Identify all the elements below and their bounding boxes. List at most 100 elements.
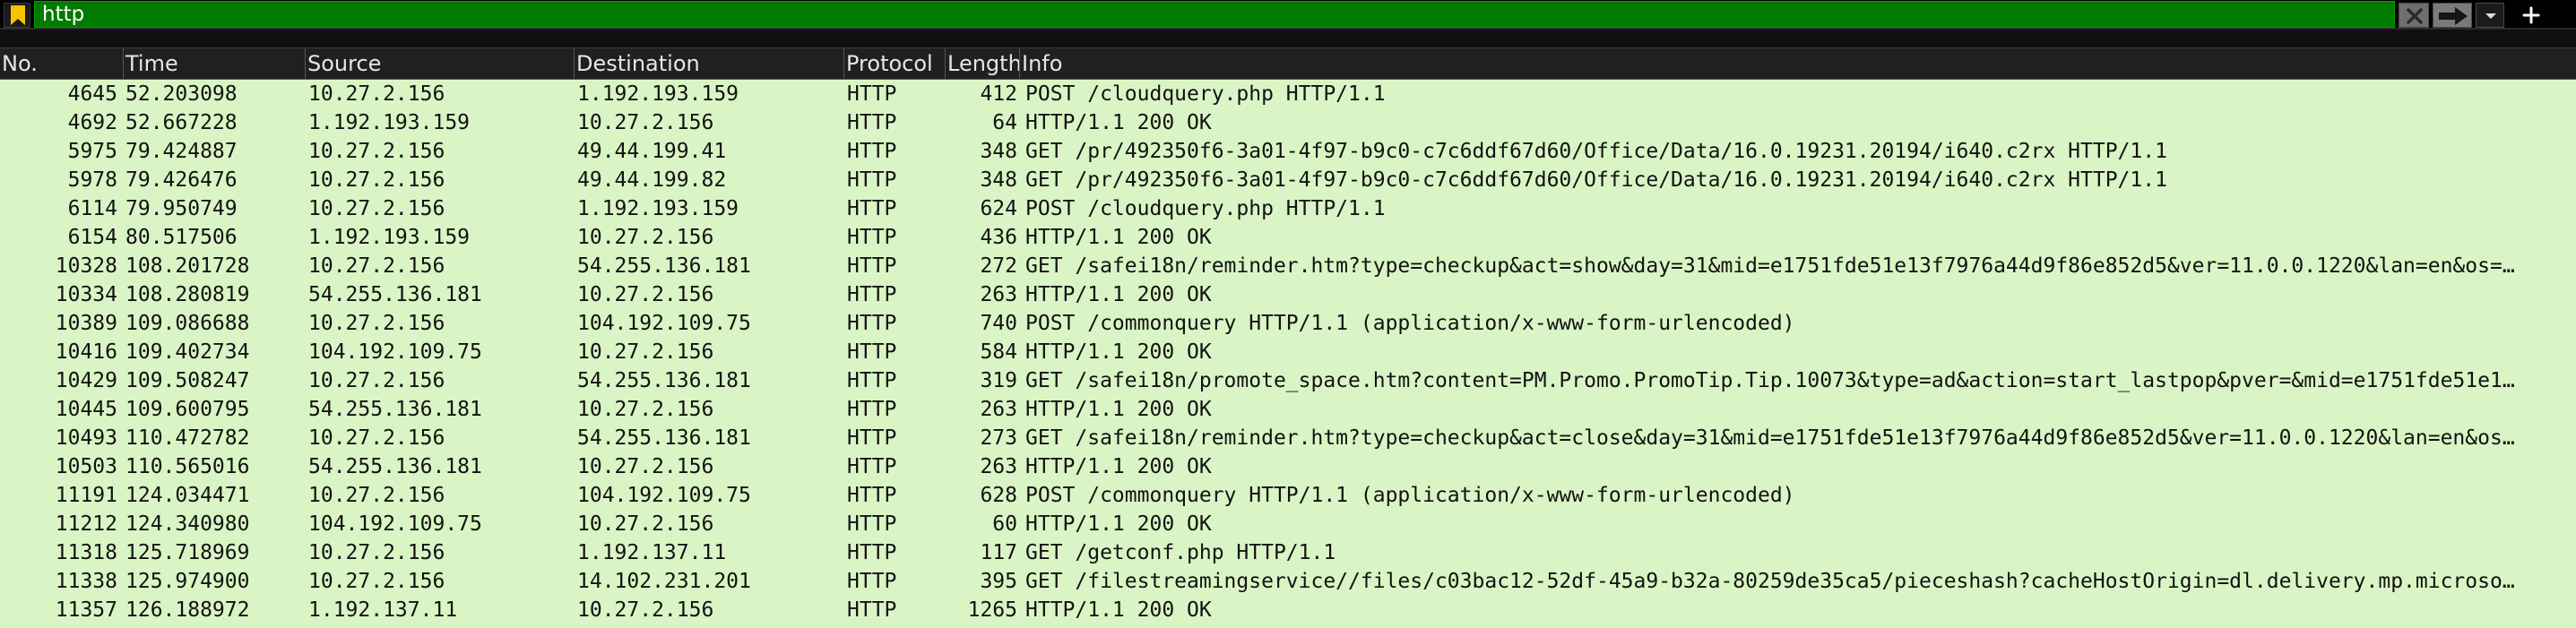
packet-time: 124.340980: [125, 512, 250, 536]
packet-protocol: HTTP: [847, 541, 897, 564]
packet-destination: 10.27.2.156: [577, 283, 714, 306]
packet-time: 79.426476: [125, 168, 238, 192]
packet-row[interactable]: 11191 124.034471 10.27.2.156 104.192.109…: [0, 481, 2576, 510]
column-header-protocol[interactable]: Protocol: [844, 48, 946, 80]
packet-source: 1.192.193.159: [308, 111, 471, 134]
add-filter-button[interactable]: [2513, 3, 2549, 28]
packet-protocol: HTTP: [847, 111, 897, 134]
packet-protocol: HTTP: [847, 283, 897, 306]
packet-source: 10.27.2.156: [308, 369, 445, 392]
packet-no: 10503: [55, 455, 117, 478]
packet-destination: 10.27.2.156: [577, 512, 714, 536]
apply-filter-button[interactable]: [2433, 3, 2472, 28]
packet-info: POST /commonquery HTTP/1.1 (application/…: [1025, 312, 1795, 335]
packet-time: 52.203098: [125, 82, 238, 106]
packet-row[interactable]: 11212 124.340980 104.192.109.75 10.27.2.…: [0, 510, 2576, 538]
packet-destination: 54.255.136.181: [577, 426, 751, 450]
packet-row[interactable]: 10429 109.508247 10.27.2.156 54.255.136.…: [0, 366, 2576, 395]
packet-no: 10445: [55, 398, 117, 421]
packet-row[interactable]: 5975 79.424887 10.27.2.156 49.44.199.41 …: [0, 137, 2576, 166]
recent-filters-dropdown[interactable]: [2476, 3, 2504, 28]
packet-protocol: HTTP: [847, 82, 897, 106]
packet-no: 11357: [55, 598, 117, 622]
packet-row[interactable]: 5978 79.426476 10.27.2.156 49.44.199.82 …: [0, 166, 2576, 194]
packet-no: 10493: [55, 426, 117, 450]
column-header-time[interactable]: Time: [124, 48, 306, 80]
packet-destination: 10.27.2.156: [577, 226, 714, 249]
packet-info: GET /getconf.php HTTP/1.1: [1025, 541, 1336, 564]
packet-length: 584: [980, 340, 1017, 364]
packet-info: GET /filestreamingservice//files/c03bac1…: [1025, 570, 2515, 593]
packet-info: HTTP/1.1 200 OK: [1025, 340, 1212, 364]
packet-length: 1265: [967, 598, 1017, 622]
packet-protocol: HTTP: [847, 455, 897, 478]
packet-no: 5975: [67, 140, 117, 163]
packet-source: 10.27.2.156: [308, 426, 445, 450]
packet-row[interactable]: 10334 108.280819 54.255.136.181 10.27.2.…: [0, 280, 2576, 309]
packet-source: 54.255.136.181: [308, 283, 482, 306]
packet-row[interactable]: 10389 109.086688 10.27.2.156 104.192.109…: [0, 309, 2576, 338]
display-filter-input[interactable]: [34, 1, 2395, 28]
packet-length: 64: [992, 111, 1017, 134]
packet-row[interactable]: 10445 109.600795 54.255.136.181 10.27.2.…: [0, 395, 2576, 424]
packet-row[interactable]: 10328 108.201728 10.27.2.156 54.255.136.…: [0, 252, 2576, 280]
packet-time: 109.402734: [125, 340, 250, 364]
packet-source: 10.27.2.156: [308, 140, 445, 163]
packet-protocol: HTTP: [847, 369, 897, 392]
packet-list[interactable]: 4645 52.203098 10.27.2.156 1.192.193.159…: [0, 80, 2576, 628]
packet-row[interactable]: 4645 52.203098 10.27.2.156 1.192.193.159…: [0, 80, 2576, 108]
column-header-destination[interactable]: Destination: [575, 48, 844, 80]
packet-row[interactable]: 6154 80.517506 1.192.193.159 10.27.2.156…: [0, 223, 2576, 252]
column-header-length[interactable]: Length: [946, 48, 1020, 80]
packet-row[interactable]: 11318 125.718969 10.27.2.156 1.192.137.1…: [0, 538, 2576, 567]
clear-x-icon: [2407, 8, 2423, 24]
packet-destination: 10.27.2.156: [577, 340, 714, 364]
packet-info: HTTP/1.1 200 OK: [1025, 111, 1212, 134]
plus-icon: [2522, 6, 2540, 24]
packet-length: 740: [980, 312, 1017, 335]
packet-source: 10.27.2.156: [308, 168, 445, 192]
packet-row[interactable]: 4692 52.667228 1.192.193.159 10.27.2.156…: [0, 108, 2576, 137]
packet-row[interactable]: 11338 125.974900 10.27.2.156 14.102.231.…: [0, 567, 2576, 596]
packet-length: 263: [980, 398, 1017, 421]
packet-destination: 49.44.199.41: [577, 140, 727, 163]
packet-info: HTTP/1.1 200 OK: [1025, 226, 1212, 249]
packet-destination: 49.44.199.82: [577, 168, 727, 192]
packet-info: GET /pr/492350f6-3a01-4f97-b9c0-c7c6ddf6…: [1025, 140, 2167, 163]
packet-row[interactable]: 10416 109.402734 104.192.109.75 10.27.2.…: [0, 338, 2576, 366]
packet-no: 6114: [67, 197, 117, 220]
packet-time: 126.188972: [125, 598, 250, 622]
packet-protocol: HTTP: [847, 226, 897, 249]
packet-length: 263: [980, 283, 1017, 306]
packet-destination: 1.192.193.159: [577, 197, 739, 220]
packet-time: 109.508247: [125, 369, 250, 392]
packet-info: GET /safei18n/promote_space.htm?content=…: [1025, 369, 2515, 392]
packet-info: HTTP/1.1 200 OK: [1025, 598, 1212, 622]
packet-destination: 1.192.193.159: [577, 82, 739, 106]
clear-filter-button[interactable]: [2399, 3, 2429, 28]
filter-bookmark-button[interactable]: [4, 3, 30, 28]
packet-time: 124.034471: [125, 484, 250, 507]
packet-no: 10389: [55, 312, 117, 335]
packet-row[interactable]: 6114 79.950749 10.27.2.156 1.192.193.159…: [0, 194, 2576, 223]
packet-row[interactable]: 10503 110.565016 54.255.136.181 10.27.2.…: [0, 452, 2576, 481]
packet-source: 10.27.2.156: [308, 312, 445, 335]
packet-protocol: HTTP: [847, 598, 897, 622]
column-header-no[interactable]: No.: [0, 48, 124, 80]
packet-row[interactable]: 10493 110.472782 10.27.2.156 54.255.136.…: [0, 424, 2576, 452]
packet-time: 108.201728: [125, 254, 250, 278]
display-filter-toolbar: [0, 0, 2576, 30]
packet-info: POST /cloudquery.php HTTP/1.1: [1025, 197, 1386, 220]
packet-row[interactable]: 11357 126.188972 1.192.137.11 10.27.2.15…: [0, 596, 2576, 624]
packet-no: 11212: [55, 512, 117, 536]
column-header-source[interactable]: Source: [306, 48, 575, 80]
packet-source: 1.192.193.159: [308, 226, 471, 249]
packet-no: 11318: [55, 541, 117, 564]
packet-info: POST /commonquery HTTP/1.1 (application/…: [1025, 484, 1795, 507]
column-header-info[interactable]: Info: [1020, 48, 2576, 80]
packet-info: HTTP/1.1 200 OK: [1025, 398, 1212, 421]
packet-length: 628: [980, 484, 1017, 507]
packet-time: 109.086688: [125, 312, 250, 335]
packet-source: 54.255.136.181: [308, 398, 482, 421]
packet-protocol: HTTP: [847, 197, 897, 220]
